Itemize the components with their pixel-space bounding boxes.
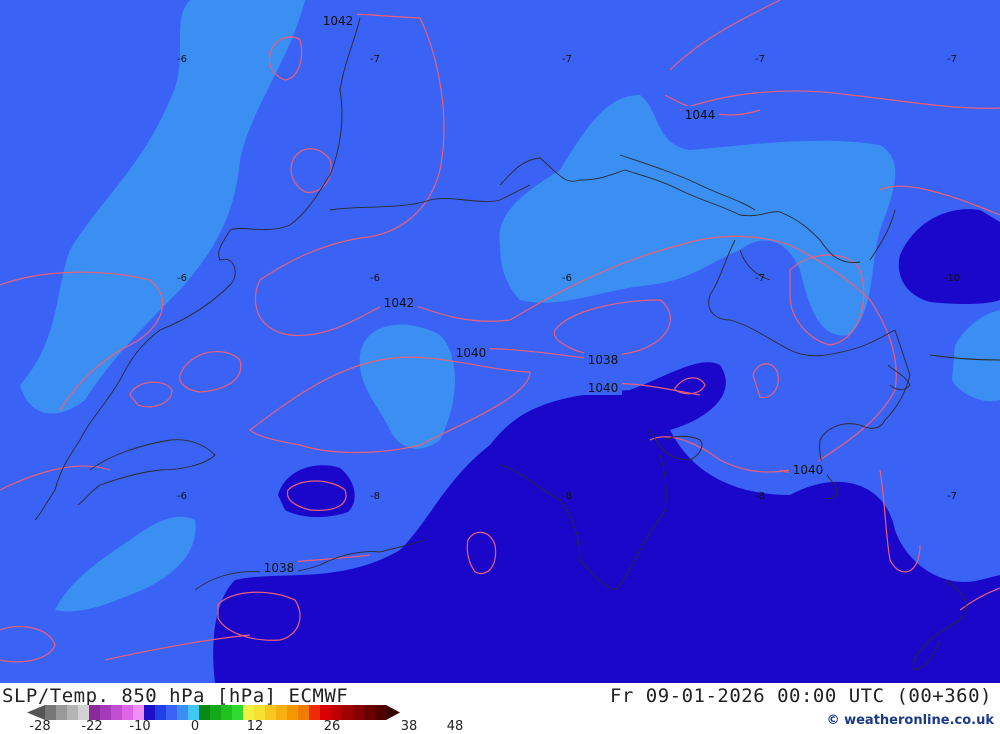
isobar-label: 1040 xyxy=(793,463,824,477)
scale-swatch xyxy=(122,705,134,720)
temp-label: -7 xyxy=(562,54,572,65)
scale-swatch xyxy=(111,705,123,720)
isobar-label: 1040 xyxy=(456,346,487,360)
scale-swatch xyxy=(342,705,354,720)
scale-swatch xyxy=(177,705,189,720)
temp-label: -7 xyxy=(755,54,765,65)
scale-swatch xyxy=(353,705,365,720)
scale-tick-label: 38 xyxy=(400,719,418,734)
scale-swatch xyxy=(56,705,68,720)
isobar-label: 1044 xyxy=(685,108,716,122)
scale-swatch xyxy=(265,705,277,720)
isobar-label: 1042 xyxy=(384,296,415,310)
scale-swatch xyxy=(298,705,310,720)
isobar-label: 1038 xyxy=(264,561,295,575)
scale-left-arrow xyxy=(27,705,45,720)
scale-swatch xyxy=(309,705,321,720)
scale-tick-label: 26 xyxy=(323,719,341,734)
scale-swatch xyxy=(133,705,145,720)
scale-tick-label: 48 xyxy=(446,719,464,734)
map-title: SLP/Temp. 850 hPa [hPa] ECMWF xyxy=(2,685,349,707)
scale-swatch xyxy=(45,705,57,720)
scale-swatch xyxy=(188,705,200,720)
scale-swatch xyxy=(375,705,387,720)
color-scale xyxy=(27,705,400,720)
scale-swatch xyxy=(78,705,90,720)
temp-label: -7 xyxy=(947,54,957,65)
copyright-link[interactable]: © weatheronline.co.uk xyxy=(827,713,994,728)
temp-label: -10 xyxy=(944,273,960,284)
valid-time: Fr 09-01-2026 00:00 UTC (00+360) xyxy=(609,685,992,707)
scale-swatch xyxy=(287,705,299,720)
scale-swatch xyxy=(320,705,332,720)
temp-label: -6 xyxy=(562,273,572,284)
temp-label: -7 xyxy=(370,54,380,65)
scale-swatch xyxy=(276,705,288,720)
scale-tick-label: 12 xyxy=(246,719,264,734)
scale-tick-label: -28 xyxy=(29,719,51,734)
scale-tick-label: -10 xyxy=(129,719,151,734)
scale-swatch xyxy=(243,705,255,720)
temp-label: -8 xyxy=(755,491,765,502)
temp-label: -8 xyxy=(562,491,572,502)
scale-swatch xyxy=(67,705,79,720)
scale-swatch xyxy=(89,705,101,720)
scale-swatch xyxy=(221,705,233,720)
scale-tick-label: -22 xyxy=(81,719,103,734)
scale-right-arrow xyxy=(386,705,400,720)
weather-map: 1042 1044 1042 1040 1038 1040 1040 1038 … xyxy=(0,0,1000,683)
footer: SLP/Temp. 850 hPa [hPa] ECMWF Fr 09-01-2… xyxy=(0,683,1000,734)
scale-swatch xyxy=(232,705,244,720)
scale-tick-label: 0 xyxy=(190,719,200,734)
scale-swatch xyxy=(254,705,266,720)
scale-swatch xyxy=(166,705,178,720)
temp-label: -6 xyxy=(177,54,187,65)
temp-label: -7 xyxy=(755,273,765,284)
scale-swatch xyxy=(144,705,156,720)
scale-swatch xyxy=(210,705,222,720)
scale-swatch xyxy=(155,705,167,720)
temp-label: -6 xyxy=(370,273,380,284)
temp-label: -7 xyxy=(947,491,957,502)
scale-swatch xyxy=(364,705,376,720)
temp-label: -8 xyxy=(370,491,380,502)
isobar-label: 1042 xyxy=(323,14,354,28)
scale-swatch xyxy=(199,705,211,720)
scale-swatch xyxy=(331,705,343,720)
temp-label: -6 xyxy=(177,273,187,284)
temp-label: -6 xyxy=(177,491,187,502)
isobar-label: 1040 xyxy=(588,381,619,395)
isobar-label: 1038 xyxy=(588,353,619,367)
scale-swatch xyxy=(100,705,112,720)
